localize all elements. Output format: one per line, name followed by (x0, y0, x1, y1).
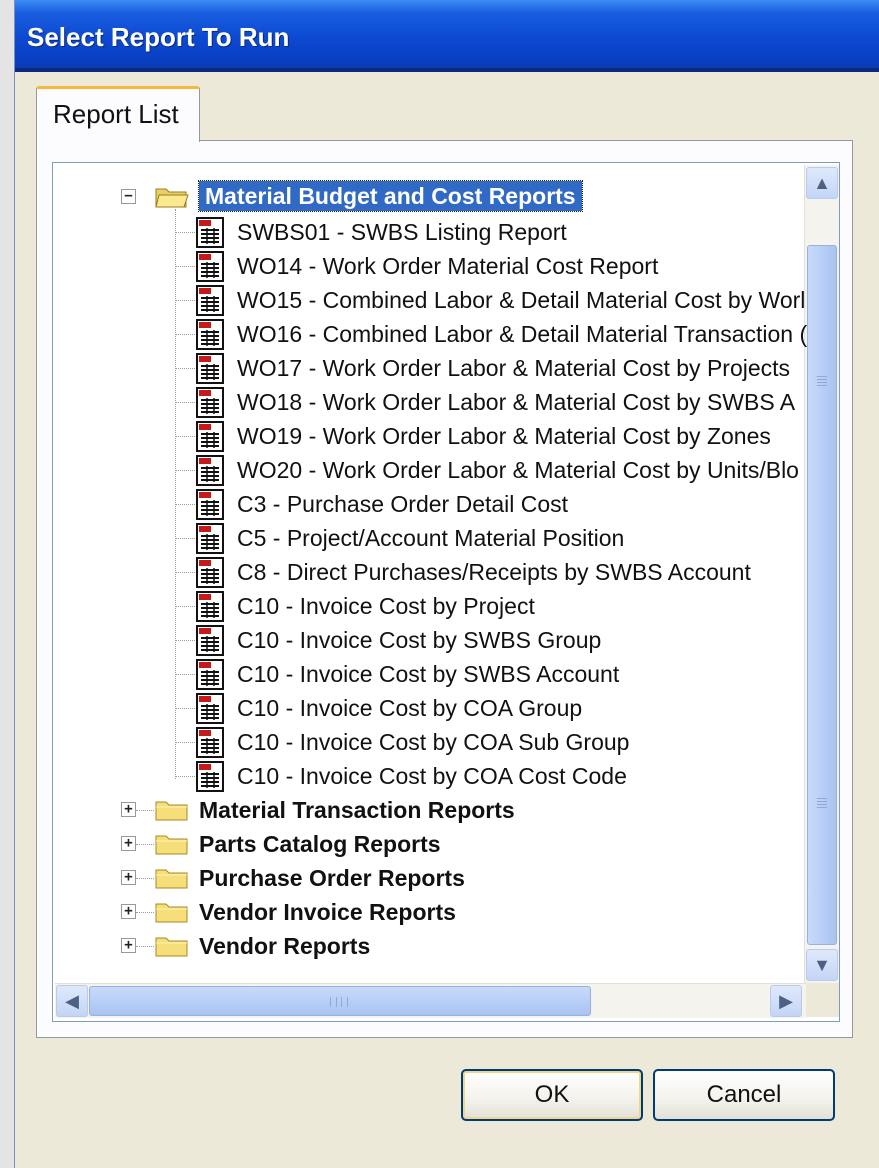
tree-connector (136, 810, 154, 811)
tab-report-list-label: Report List (53, 99, 179, 129)
report-tree[interactable]: ▲ ▼ ◀ ▶ − Material Budget and Cost Report… (52, 162, 840, 1022)
report-document-icon (196, 455, 224, 486)
dialog-window: Select Report To Run Report List ▲ ▼ ◀ ▶… (14, 0, 879, 1168)
title-bar[interactable]: Select Report To Run (15, 0, 879, 72)
vertical-scroll-thumb[interactable] (807, 245, 837, 945)
tree-group-collapsed[interactable]: Material Transaction Reports (199, 795, 515, 825)
report-document-icon (196, 319, 224, 350)
report-document-icon (196, 421, 224, 452)
tree-connector (175, 572, 195, 573)
tree-connector (175, 402, 195, 403)
tree-report-item[interactable]: C5 - Project/Account Material Position (237, 523, 624, 553)
report-document-icon (196, 761, 224, 792)
tree-report-item[interactable]: WO18 - Work Order Labor & Material Cost … (237, 387, 795, 417)
expand-toggle[interactable]: + (121, 802, 136, 817)
scroll-left-button[interactable]: ◀ (56, 985, 88, 1017)
folder-closed-icon (155, 903, 188, 923)
report-document-icon (196, 659, 224, 690)
cancel-button[interactable]: Cancel (653, 1069, 835, 1121)
tree-report-item[interactable]: C10 - Invoice Cost by COA Sub Group (237, 727, 629, 757)
tree-connector (175, 470, 195, 471)
tree-report-item[interactable]: C10 - Invoice Cost by COA Cost Code (237, 761, 627, 791)
report-document-icon (196, 625, 224, 656)
report-document-icon (196, 489, 224, 520)
tree-connector (175, 538, 195, 539)
tree-connector (175, 232, 195, 233)
expand-toggle[interactable]: + (121, 904, 136, 919)
tree-report-item[interactable]: C3 - Purchase Order Detail Cost (237, 489, 568, 519)
tab-report-list[interactable]: Report List (36, 86, 200, 142)
ok-button[interactable]: OK (461, 1069, 643, 1121)
report-document-icon (196, 285, 224, 316)
report-document-icon (196, 353, 224, 384)
tree-connector (136, 946, 154, 947)
tree-report-item[interactable]: WO19 - Work Order Labor & Material Cost … (237, 421, 771, 451)
expand-toggle[interactable]: + (121, 836, 136, 851)
tree-connector (175, 674, 195, 675)
tree-connector (175, 334, 195, 335)
tree-group-expanded[interactable]: Material Budget and Cost Reports (198, 180, 583, 212)
tree-connector (175, 368, 195, 369)
scrollbar-corner (806, 983, 839, 1017)
tree-report-item[interactable]: WO16 - Combined Labor & Detail Material … (237, 319, 807, 349)
tree-report-item[interactable]: SWBS01 - SWBS Listing Report (237, 217, 567, 247)
tree-connector (175, 300, 195, 301)
tree-connector (175, 742, 195, 743)
tree-connector (175, 266, 195, 267)
tree-report-item[interactable]: WO20 - Work Order Labor & Material Cost … (237, 455, 799, 485)
tree-report-item[interactable]: WO14 - Work Order Material Cost Report (237, 251, 658, 281)
collapse-toggle[interactable]: − (121, 189, 136, 204)
report-document-icon (196, 693, 224, 724)
tree-report-item[interactable]: WO17 - Work Order Labor & Material Cost … (237, 353, 790, 383)
report-document-icon (196, 217, 224, 248)
tree-connector (136, 912, 154, 913)
tree-connector (175, 209, 176, 779)
folder-closed-icon (155, 801, 188, 821)
tree-report-item[interactable]: C10 - Invoice Cost by Project (237, 591, 535, 621)
tree-group-collapsed[interactable]: Vendor Invoice Reports (199, 897, 456, 927)
scroll-up-button[interactable]: ▲ (806, 167, 838, 199)
report-document-icon (196, 251, 224, 282)
tree-connector (175, 708, 195, 709)
tree-report-item[interactable]: C10 - Invoice Cost by COA Group (237, 693, 582, 723)
folder-open-icon (155, 188, 189, 208)
horizontal-scroll-thumb[interactable] (89, 986, 591, 1016)
tree-connector (175, 436, 195, 437)
vertical-scrollbar[interactable]: ▲ ▼ (804, 165, 839, 983)
report-document-icon (196, 557, 224, 588)
tree-connector (175, 504, 195, 505)
folder-closed-icon (155, 869, 188, 889)
expand-toggle[interactable]: + (121, 870, 136, 885)
tree-group-collapsed[interactable]: Purchase Order Reports (199, 863, 465, 893)
window-title: Select Report To Run (27, 22, 290, 52)
tree-connector (175, 640, 195, 641)
report-document-icon (196, 591, 224, 622)
tree-report-item[interactable]: C10 - Invoice Cost by SWBS Group (237, 625, 601, 655)
horizontal-scrollbar[interactable]: ◀ ▶ (55, 983, 806, 1018)
tree-report-item[interactable]: C8 - Direct Purchases/Receipts by SWBS A… (237, 557, 751, 587)
tree-connector (136, 844, 154, 845)
tree-group-collapsed[interactable]: Parts Catalog Reports (199, 829, 441, 859)
report-document-icon (196, 523, 224, 554)
folder-closed-icon (155, 835, 188, 855)
tree-connector (175, 776, 195, 777)
scroll-right-button[interactable]: ▶ (770, 985, 802, 1017)
folder-closed-icon (155, 937, 188, 957)
tree-connector (175, 606, 195, 607)
expand-toggle[interactable]: + (121, 938, 136, 953)
report-document-icon (196, 727, 224, 758)
tree-connector (136, 878, 154, 879)
scroll-down-button[interactable]: ▼ (806, 949, 838, 981)
tree-report-item[interactable]: C10 - Invoice Cost by SWBS Account (237, 659, 619, 689)
tree-report-item[interactable]: WO15 - Combined Labor & Detail Material … (237, 285, 805, 315)
tree-group-collapsed[interactable]: Vendor Reports (199, 931, 370, 961)
report-document-icon (196, 387, 224, 418)
